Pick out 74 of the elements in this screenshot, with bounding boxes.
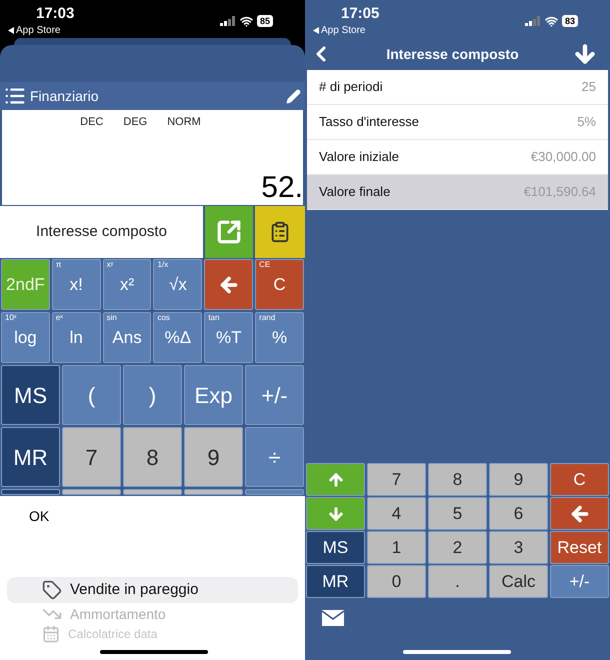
field-value: €30,000.00 [530, 148, 596, 166]
secondary-label: 1/x [157, 261, 168, 269]
calculator-key[interactable]: 1/x √x [153, 259, 202, 310]
secondary-label: 10ˣ [5, 314, 17, 322]
calculator-key[interactable]: 7 [367, 463, 426, 496]
calculator-key[interactable]: 0 [367, 565, 426, 598]
calculator-key[interactable]: 3 [489, 531, 548, 564]
calculator-key[interactable]: Reset [550, 531, 609, 564]
calculator-key[interactable]: CE C [255, 259, 304, 310]
field-value: 25 [582, 78, 596, 96]
clock: 17:03 [35, 5, 74, 23]
calculator-key[interactable]: ) [123, 365, 182, 425]
secondary-label: tan [208, 314, 220, 322]
calculator-key[interactable]: 8 [428, 463, 487, 496]
mode-indicator: DEG [123, 115, 148, 130]
picker-item-label: Ammortamento [70, 604, 166, 624]
calculator-key[interactable]: 1 [367, 531, 426, 564]
calculator-key[interactable]: 5 [428, 497, 487, 530]
field-value: 5% [577, 113, 596, 132]
mode-label[interactable]: Interesse composto [0, 206, 203, 258]
secondary-label: sin [106, 314, 117, 322]
calculator-key[interactable]: +/- [245, 365, 304, 425]
secondary-label: cos [157, 314, 170, 322]
battery-indicator: 83 [562, 15, 578, 27]
calculator-key[interactable]: ( [62, 365, 121, 425]
calculator-key[interactable]: ÷ [245, 427, 304, 487]
mode-indicator: DEC [80, 115, 104, 130]
clock: 17:05 [340, 5, 380, 23]
calculator-key[interactable]: MR [306, 565, 365, 598]
toolbar-title: Finanziario [30, 86, 98, 106]
mode-indicator: NORM [167, 115, 201, 130]
secondary-label: eˣ [56, 314, 63, 322]
field-value: €101,590.64 [524, 183, 596, 202]
field-label: Valore iniziale [319, 148, 399, 166]
calculator-key[interactable]: 6 [489, 497, 548, 530]
calculator-key[interactable]: C [550, 463, 609, 496]
calculator-key[interactable]: +/- [550, 565, 609, 598]
secondary-label: rand [259, 314, 276, 322]
calculator-key[interactable]: xʸ x² [102, 259, 152, 310]
calculator-key[interactable]: 10ˣ log [1, 312, 50, 363]
ok-button[interactable]: OK [29, 506, 50, 527]
field-row[interactable]: Valore finale €101,590.64 [307, 175, 608, 210]
calculator-key[interactable]: 7 [62, 427, 121, 487]
picker-item[interactable]: Vendite in pareggio [7, 577, 298, 603]
calculator-key[interactable]: 4 [367, 497, 426, 530]
battery-indicator: 85 [256, 15, 273, 27]
calculator-key[interactable]: MR [1, 427, 60, 487]
secondary-label: CE [259, 261, 270, 269]
calculator-key[interactable]: 8 [123, 427, 182, 487]
calculator-key[interactable]: rand % [255, 312, 304, 363]
display-value: 52. [261, 171, 303, 205]
field-label: Valore finale [319, 183, 390, 202]
back-to-app-link[interactable]: App Store [321, 23, 366, 38]
picker-item-label: Calcolatrice data [68, 626, 158, 643]
calculator-key[interactable]: 9 [184, 427, 243, 487]
calculator-key[interactable]: sin Ans [102, 312, 152, 363]
secondary-label: π [56, 261, 62, 269]
calculator-key[interactable]: tan %T [204, 312, 254, 363]
calculator-key[interactable]: Exp [184, 365, 243, 425]
back-to-app-link[interactable]: App Store [16, 23, 60, 38]
field-label: Tasso d'interesse [319, 113, 420, 132]
picker-item-label: Vendite in pareggio [70, 580, 198, 600]
field-label: # di periodi [319, 78, 383, 96]
secondary-label: xʸ [106, 261, 114, 269]
calculator-key[interactable]: eˣ ln [52, 312, 101, 363]
screen-title: Interesse composto [385, 44, 520, 64]
calculator-key[interactable]: cos %Δ [153, 312, 202, 363]
calculator-key[interactable]: 9 [489, 463, 548, 496]
calculator-key[interactable]: MS [1, 365, 60, 425]
calculator-key[interactable]: MS [306, 531, 365, 564]
calculator-key[interactable]: . [428, 565, 487, 598]
calculator-key[interactable]: π x! [52, 259, 101, 310]
calculator-key[interactable]: Calc [489, 565, 548, 598]
calculator-key[interactable]: 2 [428, 531, 487, 564]
